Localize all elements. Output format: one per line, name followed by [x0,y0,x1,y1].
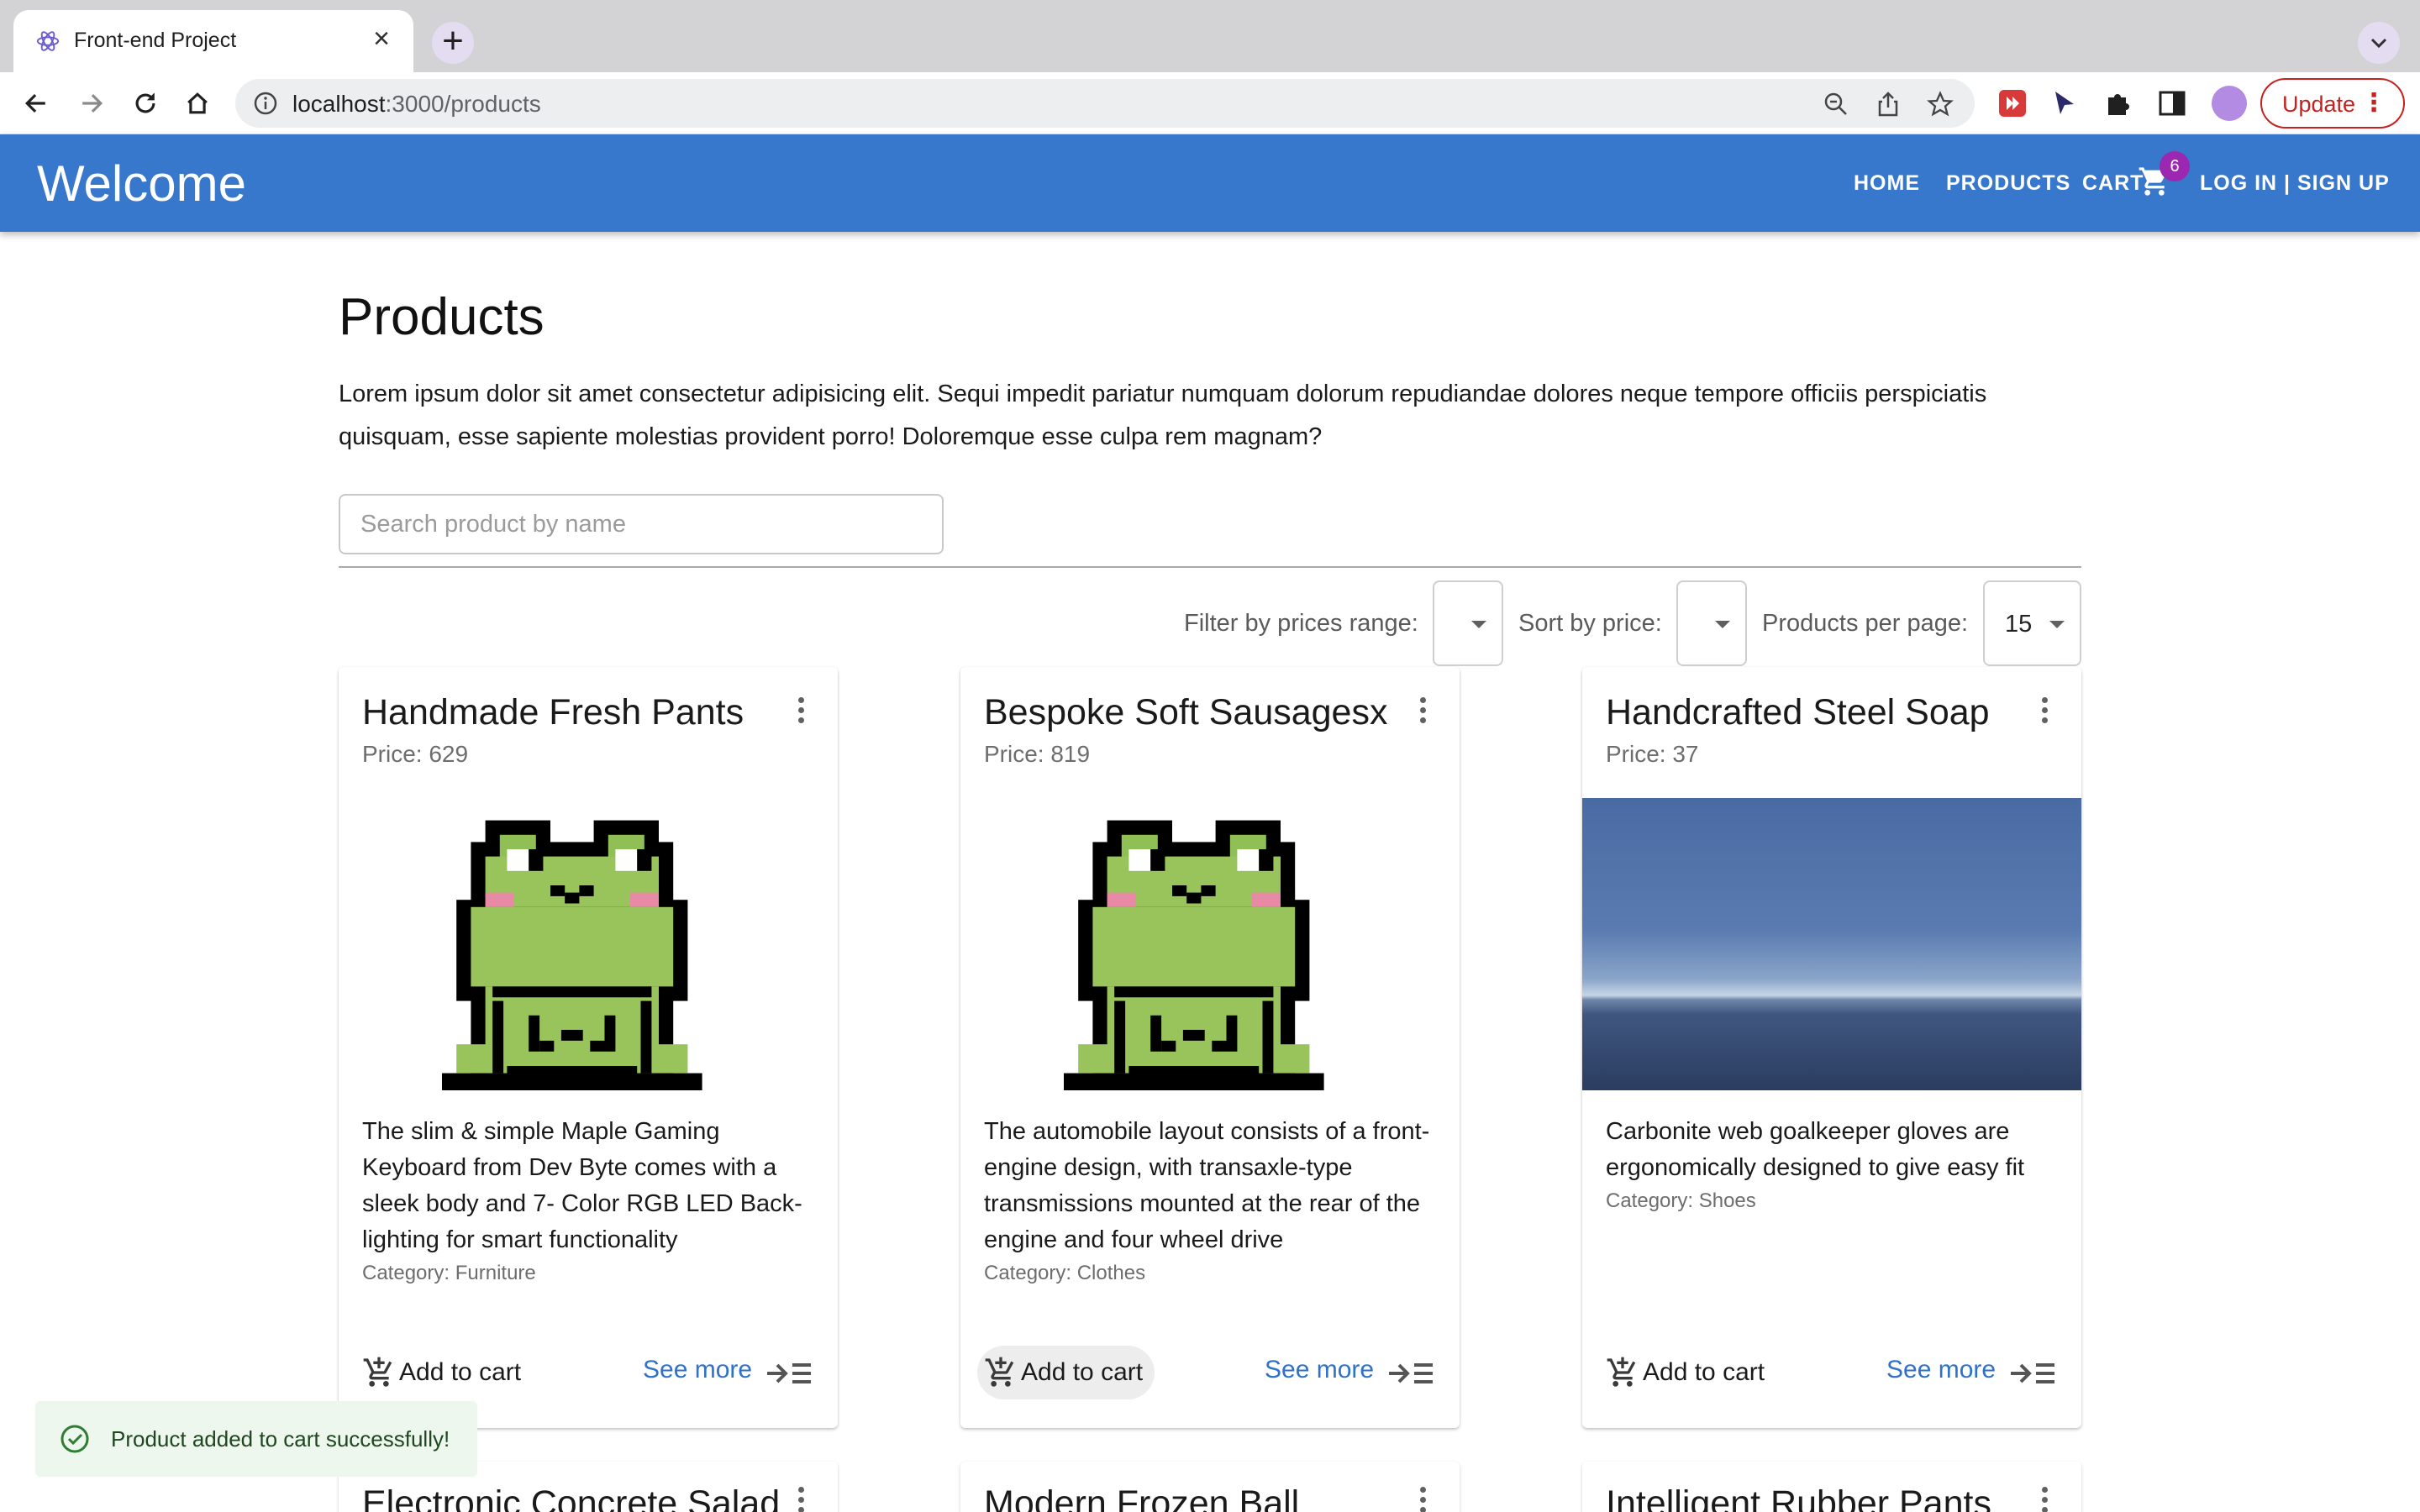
check-circle-icon [60,1425,89,1453]
product-description-block: The slim & simple Maple Gaming Keyboard … [362,1114,823,1287]
product-title: Handmade Fresh Pants [362,692,744,732]
browser-tab-strip: Front-end Project × + [0,0,2420,72]
product-card: Handmade Fresh Pants Price: 629 The slim… [339,667,838,1428]
add-shopping-cart-icon [985,1357,1014,1387]
page-title: Products [339,288,544,346]
back-button[interactable] [17,84,55,123]
product-card: Modern Frozen Ball [960,1462,1460,1512]
nav-cart[interactable]: CART [2082,171,2144,196]
add-to-cart-button[interactable]: Add to cart [1599,1346,1776,1399]
site-title: Welcome [37,155,246,212]
product-title: Bespoke Soft Sausagesx [984,692,1388,732]
product-price: Price: 629 [362,741,469,767]
per-page-select[interactable]: 15 [1983,580,2081,666]
zoom-icon[interactable] [1822,90,1850,118]
profile-avatar[interactable] [2212,86,2247,121]
side-panel-icon[interactable] [2156,87,2188,119]
product-title: Electronic Concrete Salad [362,1483,781,1512]
sort-price-select[interactable] [1676,580,1747,666]
bookmark-star-icon[interactable] [1926,90,1954,118]
more-vert-icon[interactable] [1418,1487,1428,1512]
dropdown-arrow-icon [2049,621,2065,628]
dropdown-arrow-icon [1471,621,1486,628]
add-to-cart-button[interactable]: Add to cart [977,1346,1155,1399]
search-input[interactable] [339,494,944,554]
update-button[interactable]: Update ⋮ [2260,78,2405,129]
product-description-block: Carbonite web goalkeeper gloves are ergo… [1606,1114,2066,1215]
puzzle-icon[interactable] [2102,87,2134,119]
share-icon[interactable] [1874,90,1902,118]
price-range-select[interactable] [1433,580,1503,666]
cursor-extension-icon[interactable] [2049,87,2081,119]
dropdown-arrow-icon [1715,621,1730,628]
more-vert-icon[interactable] [1418,697,1428,727]
arrow-right-icon [82,93,103,113]
app-header: Welcome HOME PRODUCTS CART 6 LOG IN | SI… [0,134,2420,232]
site-info-icon[interactable] [252,90,279,117]
product-card: Bespoke Soft Sausagesx Price: 819 The au… [960,667,1460,1428]
arrow-list-icon[interactable] [2009,1361,2056,1386]
product-price: Price: 819 [984,741,1091,767]
forward-button[interactable] [72,84,111,123]
product-description: The automobile layout consists of a fron… [984,1118,1430,1253]
home-button[interactable] [178,84,217,123]
add-shopping-cart-icon [1607,1357,1636,1387]
chevron-down-icon [2370,38,2387,49]
product-title: Intelligent Rubber Pants [1606,1483,1991,1512]
more-vert-icon[interactable] [796,1487,806,1512]
nav-home[interactable]: HOME [1854,171,1920,196]
product-title: Handcrafted Steel Soap [1606,692,1990,732]
product-card: Handcrafted Steel Soap Price: 37 Carboni… [1582,667,2081,1428]
arrow-left-icon [24,93,45,113]
per-page-label: Products per page: [1762,610,1969,637]
product-image [1582,798,2081,1090]
more-vert-icon[interactable] [2039,1487,2049,1512]
filter-label: Filter by prices range: [1184,610,1418,637]
tab-title: Front-end Project [74,29,237,52]
arrow-list-icon[interactable] [1387,1361,1434,1386]
add-shopping-cart-icon [363,1357,392,1387]
product-category: Category: Furniture [362,1262,536,1284]
page-intro: Lorem ipsum dolor sit amet consectetur a… [339,381,1987,450]
react-logo-icon [36,31,60,51]
product-image [339,798,838,1095]
arrow-list-icon[interactable] [765,1361,813,1386]
product-card: Intelligent Rubber Pants [1582,1462,2081,1512]
sort-label: Sort by price: [1518,610,1662,637]
success-snackbar: Product added to cart successfully! [35,1401,477,1477]
product-description: The slim & simple Maple Gaming Keyboard … [362,1118,802,1253]
home-icon [187,92,208,114]
extension-red-icon[interactable] [1996,87,2028,119]
reload-icon [135,92,155,113]
add-to-cart-button[interactable]: Add to cart [355,1346,533,1399]
see-more-link[interactable]: See more [1886,1356,1996,1384]
see-more-link[interactable]: See more [1265,1356,1374,1384]
cart-count-badge: 6 [2160,151,2190,181]
product-description-block: The automobile layout consists of a fron… [984,1114,1444,1287]
browser-toolbar: localhost:3000/products Update ⋮ [0,72,2420,134]
snackbar-message: Product added to cart successfully! [111,1426,450,1452]
see-more-link[interactable]: See more [643,1356,752,1384]
browser-tab[interactable]: Front-end Project × [13,10,413,72]
nav-login-signup[interactable]: LOG IN | SIGN UP [2200,171,2390,196]
product-category: Category: Clothes [984,1262,1146,1284]
more-vert-icon: ⋮ [2361,89,2386,117]
product-price: Price: 37 [1606,741,1699,767]
product-title: Modern Frozen Ball [984,1483,1300,1512]
url-text: localhost:3000/products [292,91,541,117]
product-description: Carbonite web goalkeeper gloves are ergo… [1606,1118,2025,1181]
address-bar[interactable]: localhost:3000/products [235,79,1975,128]
new-tab-button[interactable]: + [432,22,474,64]
tab-search-button[interactable] [2358,22,2400,64]
more-vert-icon[interactable] [2039,697,2049,727]
more-vert-icon[interactable] [796,697,806,727]
divider [339,566,2081,568]
nav-products[interactable]: PRODUCTS [1946,171,2070,196]
reload-button[interactable] [126,84,165,123]
close-tab-icon[interactable]: × [365,22,398,55]
product-image [960,798,1460,1095]
product-category: Category: Shoes [1606,1189,1756,1212]
